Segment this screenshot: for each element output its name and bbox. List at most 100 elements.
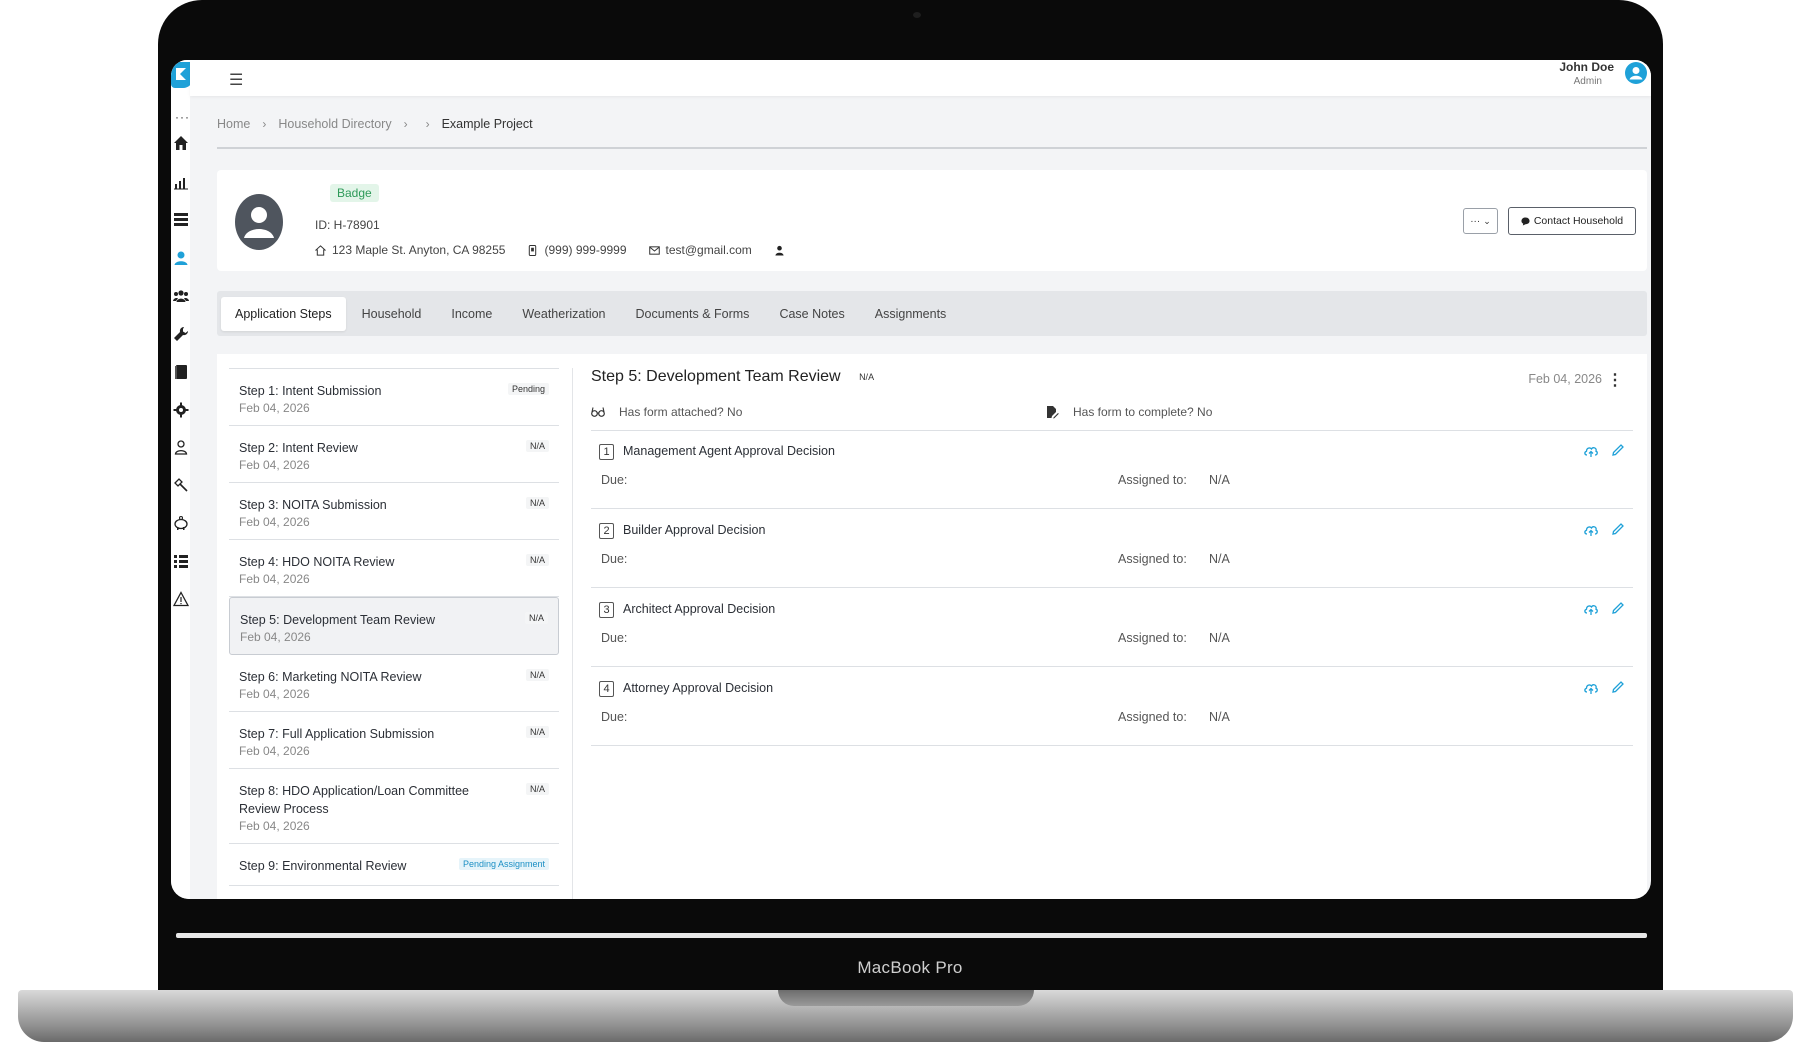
tab-income[interactable]: Income bbox=[437, 297, 506, 331]
task-assignee: N/A bbox=[1209, 631, 1230, 645]
step-status-badge: Pending bbox=[507, 383, 549, 395]
camera-icon bbox=[913, 12, 921, 18]
task-assignee: N/A bbox=[1209, 473, 1230, 487]
pencil-icon[interactable] bbox=[1611, 680, 1625, 694]
step-date: Feb 04, 2026 bbox=[239, 744, 310, 758]
task-due-label: Due: bbox=[601, 631, 628, 645]
step-item[interactable]: Step 3: NOITA Submission Feb 04, 2026 N/… bbox=[229, 483, 559, 540]
hamburger-menu-icon[interactable]: ☰ bbox=[229, 70, 243, 90]
wrench-icon[interactable] bbox=[172, 325, 190, 343]
home-icon[interactable] bbox=[172, 134, 190, 152]
step-status-badge: N/A bbox=[525, 440, 549, 452]
step-status-badge: Pending Assignment bbox=[458, 858, 549, 870]
step-item[interactable]: Step 4: HDO NOITA Review Feb 04, 2026 N/… bbox=[229, 540, 559, 597]
task-row: 1 Management Agent Approval Decision Due… bbox=[591, 431, 1633, 509]
piggy-bank-icon[interactable] bbox=[172, 514, 190, 532]
user-name[interactable]: John Doe bbox=[1559, 60, 1614, 74]
warning-icon[interactable] bbox=[172, 590, 190, 608]
chart-icon[interactable] bbox=[172, 173, 190, 191]
table-icon[interactable] bbox=[172, 210, 190, 228]
list-icon[interactable] bbox=[172, 552, 190, 570]
form-attached-text: Has form attached? No bbox=[619, 405, 743, 419]
sidebar-rail: ··· bbox=[171, 60, 193, 899]
detail-title-text: Step 5: Development Team Review bbox=[591, 368, 841, 385]
step-item[interactable]: Step 2: Intent Review Feb 04, 2026 N/A bbox=[229, 426, 559, 483]
more-options-label: ··· bbox=[1470, 215, 1481, 227]
chevron-right-icon: › bbox=[425, 117, 430, 131]
tab-case-notes[interactable]: Case Notes bbox=[765, 297, 858, 331]
form-attached-meta: Has form attached? No bbox=[591, 405, 742, 419]
device-brand-label: MacBook Pro bbox=[857, 958, 963, 977]
step-title: Step 4: HDO NOITA Review bbox=[239, 555, 395, 569]
step-status-badge: N/A bbox=[524, 612, 548, 624]
detail-status-badge: N/A bbox=[859, 371, 875, 382]
tab-application-steps[interactable]: Application Steps bbox=[221, 296, 346, 331]
email-item: test@gmail.com bbox=[648, 243, 752, 257]
step-item[interactable]: Step 7: Full Application Submission Feb … bbox=[229, 712, 559, 769]
step-title: Step 8: HDO Application/Loan Committee R… bbox=[239, 784, 469, 816]
more-options-dropdown[interactable]: ··· ⌄ bbox=[1463, 208, 1498, 234]
contact-person-item[interactable] bbox=[774, 245, 785, 256]
pencil-icon[interactable] bbox=[1611, 522, 1625, 536]
step-title: Step 7: Full Application Submission bbox=[239, 727, 435, 741]
household-profile-card: Badge ID: H-78901 123 Maple St. Anyton, … bbox=[217, 170, 1647, 271]
phone-icon bbox=[529, 244, 537, 256]
address-text: 123 Maple St. Anyton, CA 98255 bbox=[332, 243, 506, 257]
task-assignee: N/A bbox=[1209, 552, 1230, 566]
step-item[interactable]: Step 9: Environmental Review Pending Ass… bbox=[229, 844, 559, 886]
status-badge: Badge bbox=[330, 184, 379, 202]
step-item-selected[interactable]: Step 5: Development Team Review Feb 04, … bbox=[229, 597, 559, 655]
tab-documents-forms[interactable]: Documents & Forms bbox=[622, 297, 764, 331]
person-icon[interactable] bbox=[172, 249, 190, 267]
cloud-upload-icon[interactable] bbox=[1583, 443, 1599, 459]
task-assigned-label: Assigned to: bbox=[1118, 631, 1187, 645]
glasses-icon bbox=[591, 407, 605, 417]
kebab-menu-icon[interactable]: ⋮ bbox=[1607, 370, 1623, 390]
step-title: Step 6: Marketing NOITA Review bbox=[239, 670, 422, 684]
step-item[interactable]: Step 1: Intent Submission Feb 04, 2026 P… bbox=[229, 368, 559, 426]
breadcrumb-home[interactable]: Home bbox=[217, 117, 250, 131]
pencil-icon[interactable] bbox=[1611, 601, 1625, 615]
detail-date: Feb 04, 2026 bbox=[1528, 372, 1602, 386]
contact-household-button[interactable]: Contact Household bbox=[1508, 207, 1636, 235]
step-date: Feb 04, 2026 bbox=[239, 515, 310, 529]
chat-bubble-icon bbox=[1521, 216, 1530, 226]
step-title: Step 3: NOITA Submission bbox=[239, 498, 387, 512]
task-assigned-label: Assigned to: bbox=[1118, 473, 1187, 487]
tab-weatherization[interactable]: Weatherization bbox=[508, 297, 619, 331]
task-assigned-label: Assigned to: bbox=[1118, 552, 1187, 566]
top-bar: ☰ John Doe Admin bbox=[190, 60, 1651, 96]
gear-icon[interactable] bbox=[172, 401, 190, 419]
task-due-label: Due: bbox=[601, 710, 628, 724]
hammer-icon[interactable] bbox=[172, 476, 190, 494]
cloud-upload-icon[interactable] bbox=[1583, 680, 1599, 696]
users-icon[interactable] bbox=[172, 287, 190, 305]
email-text[interactable]: test@gmail.com bbox=[666, 243, 752, 257]
task-number: 1 bbox=[599, 444, 614, 460]
task-due-label: Due: bbox=[601, 552, 628, 566]
step-item[interactable]: Step 6: Marketing NOITA Review Feb 04, 2… bbox=[229, 655, 559, 712]
step-date: Feb 04, 2026 bbox=[239, 572, 310, 586]
breadcrumb: Home › Household Directory › › Example P… bbox=[217, 117, 533, 131]
person-small-icon bbox=[775, 245, 784, 256]
tab-assignments[interactable]: Assignments bbox=[861, 297, 961, 331]
more-icon[interactable]: ··· bbox=[175, 110, 190, 124]
user-avatar-icon[interactable] bbox=[1625, 62, 1647, 84]
user-outline-icon[interactable] bbox=[172, 438, 190, 456]
home-outline-icon bbox=[315, 244, 326, 256]
cloud-upload-icon[interactable] bbox=[1583, 522, 1599, 538]
step-status-badge: N/A bbox=[525, 554, 549, 566]
pencil-icon[interactable] bbox=[1611, 443, 1625, 457]
task-title: Management Agent Approval Decision bbox=[623, 444, 835, 458]
phone-item: (999) 999-9999 bbox=[527, 243, 627, 257]
phone-text[interactable]: (999) 999-9999 bbox=[544, 243, 626, 257]
step-item[interactable]: Step 8: HDO Application/Loan Committee R… bbox=[229, 769, 559, 844]
step-status-badge: N/A bbox=[525, 726, 549, 738]
tab-household[interactable]: Household bbox=[348, 297, 436, 331]
step-title: Step 9: Environmental Review bbox=[239, 859, 407, 873]
breadcrumb-directory[interactable]: Household Directory bbox=[278, 117, 391, 131]
task-assignee: N/A bbox=[1209, 710, 1230, 724]
bezel-strip bbox=[176, 933, 1647, 938]
book-icon[interactable] bbox=[172, 363, 190, 381]
cloud-upload-icon[interactable] bbox=[1583, 601, 1599, 617]
